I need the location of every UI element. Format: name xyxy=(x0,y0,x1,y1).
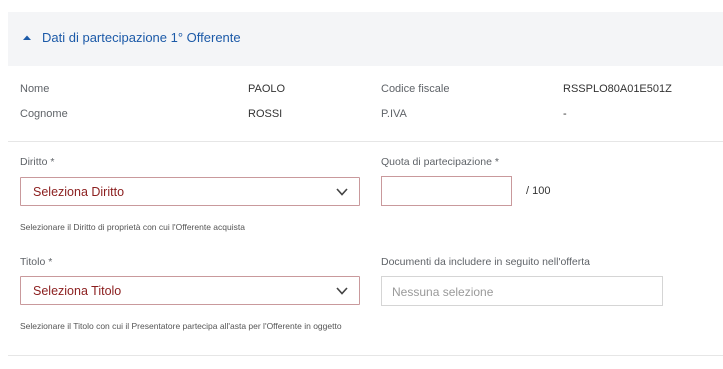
section-header: Dati di partecipazione 1° Offerente xyxy=(8,12,723,66)
quota-suffix: / 100 xyxy=(526,185,551,197)
diritto-select[interactable]: Seleziona Diritto xyxy=(20,177,360,206)
cognome-label: Cognome xyxy=(20,108,68,120)
nome-label: Nome xyxy=(20,83,50,95)
section-title: Dati di partecipazione 1° Offerente xyxy=(42,30,241,45)
cognome-value: ROSSI xyxy=(248,108,283,120)
chevron-down-icon xyxy=(336,188,348,196)
titolo-hint: Selezionare il Titolo con cui il Present… xyxy=(20,321,342,331)
section-toggle[interactable]: Dati di partecipazione 1° Offerente xyxy=(22,30,241,45)
documenti-multiselect[interactable]: Nessuna selezione xyxy=(381,276,663,306)
documenti-label: Documenti da includere in seguito nell'o… xyxy=(381,256,591,268)
divider xyxy=(8,355,723,356)
divider xyxy=(8,141,723,142)
chevron-down-icon xyxy=(336,287,348,295)
codice-fiscale-value: RSSPLO80A01E501Z xyxy=(563,83,672,95)
documenti-placeholder: Nessuna selezione xyxy=(392,285,494,299)
piva-label: P.IVA xyxy=(381,108,407,120)
codice-fiscale-label: Codice fiscale xyxy=(381,83,450,95)
piva-value: - xyxy=(563,108,567,120)
titolo-select[interactable]: Seleziona Titolo xyxy=(20,276,360,305)
diritto-selected-value: Seleziona Diritto xyxy=(33,185,125,199)
titolo-selected-value: Seleziona Titolo xyxy=(33,284,122,298)
nome-value: PAOLO xyxy=(248,83,286,95)
diritto-hint: Selezionare il Diritto di proprietà con … xyxy=(20,222,245,232)
chevron-up-icon xyxy=(23,35,31,40)
quota-label: Quota di partecipazione * xyxy=(381,156,499,168)
quota-input[interactable] xyxy=(381,176,512,206)
diritto-label: Diritto * xyxy=(20,156,55,168)
titolo-label: Titolo * xyxy=(20,256,53,268)
